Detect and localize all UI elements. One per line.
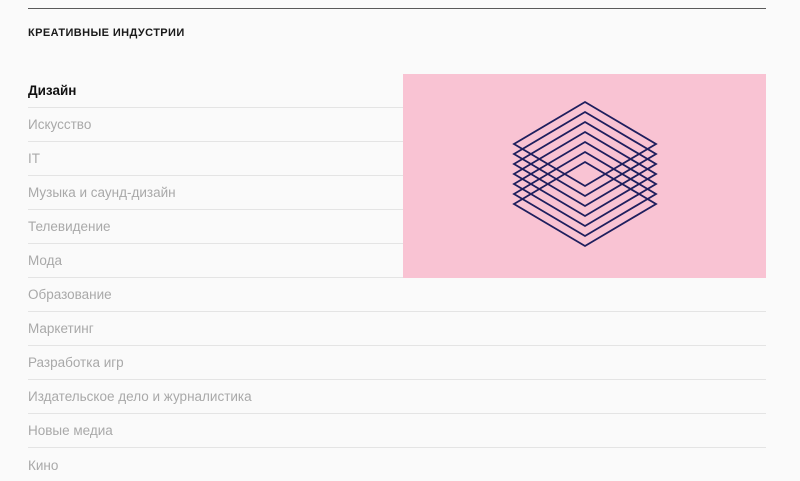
menu-item-television[interactable]: Телевидение	[28, 210, 403, 244]
menu-item-label: Дизайн	[28, 83, 77, 98]
section-title: КРЕАТИВНЫЕ ИНДУСТРИИ	[28, 27, 185, 39]
menu-item-label: Образование	[28, 287, 112, 302]
menu-item-label: Телевидение	[28, 219, 111, 234]
menu-item-label: Искусство	[28, 117, 92, 132]
menu-item-label: Маркетинг	[28, 321, 94, 336]
menu-item-label: Издательское дело и журналистика	[28, 389, 252, 404]
menu-item-education[interactable]: Образование	[28, 278, 766, 312]
menu-item-label: Кино	[28, 457, 59, 473]
menu-item-game-development[interactable]: Разработка игр	[28, 346, 766, 380]
industries-menu: Дизайн Искусство IT Музыка и саунд-дизай…	[28, 74, 766, 481]
menu-item-cinema[interactable]: Кино	[28, 448, 766, 481]
menu-item-label: Музыка и саунд-дизайн	[28, 185, 176, 200]
menu-item-new-media[interactable]: Новые медиа	[28, 414, 766, 448]
menu-item-label: Новые медиа	[28, 423, 113, 438]
menu-item-music-sound-design[interactable]: Музыка и саунд-дизайн	[28, 176, 403, 210]
menu-item-label: IT	[28, 151, 40, 166]
creative-industries-section: КРЕАТИВНЫЕ ИНДУСТРИИ Дизайн Искусство IT…	[0, 0, 800, 481]
menu-item-label: Мода	[28, 253, 62, 268]
menu-item-marketing[interactable]: Маркетинг	[28, 312, 766, 346]
category-preview-image	[403, 74, 766, 278]
menu-item-it[interactable]: IT	[28, 142, 403, 176]
stacked-diamonds-icon	[511, 100, 658, 248]
menu-item-label: Разработка игр	[28, 355, 124, 370]
menu-item-publishing-journalism[interactable]: Издательское дело и журналистика	[28, 380, 766, 414]
top-divider	[28, 8, 766, 9]
menu-item-art[interactable]: Искусство	[28, 108, 403, 142]
menu-item-design[interactable]: Дизайн	[28, 74, 403, 108]
menu-item-fashion[interactable]: Мода	[28, 244, 403, 278]
